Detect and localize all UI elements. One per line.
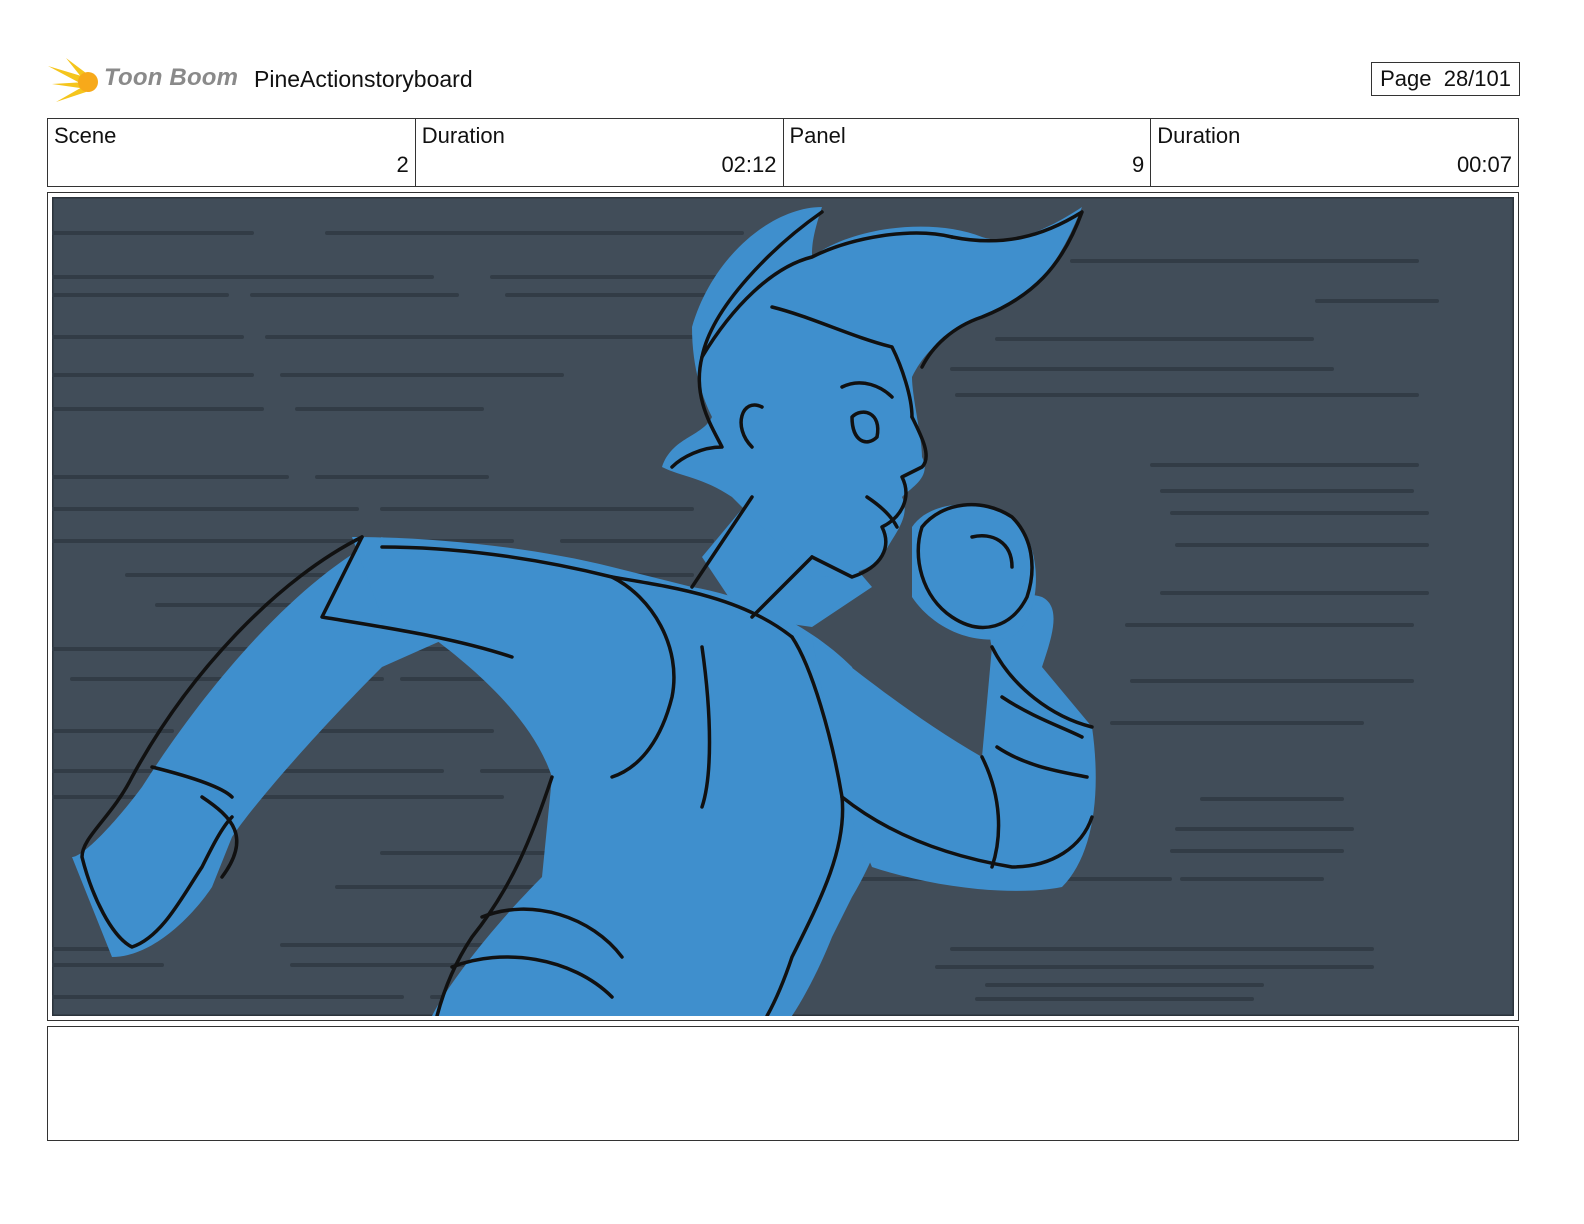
panel-notes-box: [47, 1026, 1519, 1141]
storyboard-panel: [47, 192, 1519, 1021]
panel-drawing: [52, 197, 1514, 1016]
panel-value: 9: [1132, 152, 1145, 177]
scene-value: 2: [396, 152, 409, 177]
document-title: PineActionstoryboard: [254, 66, 473, 92]
page-label: Page: [1380, 66, 1432, 91]
panel-label: Panel: [789, 123, 846, 148]
scene-duration-label: Duration: [421, 123, 505, 148]
scene-duration-value: 02:12: [721, 152, 777, 177]
scene-duration-cell: Duration 02:12: [416, 119, 784, 186]
logo-text: Toon Boom: [104, 64, 239, 91]
page-header: Toon Boom PineActionstoryboard Page 28/1…: [48, 52, 1520, 108]
panel-info-table: Scene 2 Duration 02:12 Panel 9 Duration …: [47, 118, 1519, 187]
page-number: 28/101: [1443, 66, 1511, 91]
scene-cell: Scene 2: [48, 119, 416, 186]
panel-cell: Panel 9: [784, 119, 1152, 186]
page-indicator: Page 28/101: [1371, 62, 1520, 96]
panel-duration-cell: Duration 00:07: [1151, 119, 1518, 186]
panel-duration-label: Duration: [1157, 123, 1241, 148]
scene-label: Scene: [54, 123, 117, 148]
panel-duration-value: 00:07: [1456, 152, 1512, 177]
